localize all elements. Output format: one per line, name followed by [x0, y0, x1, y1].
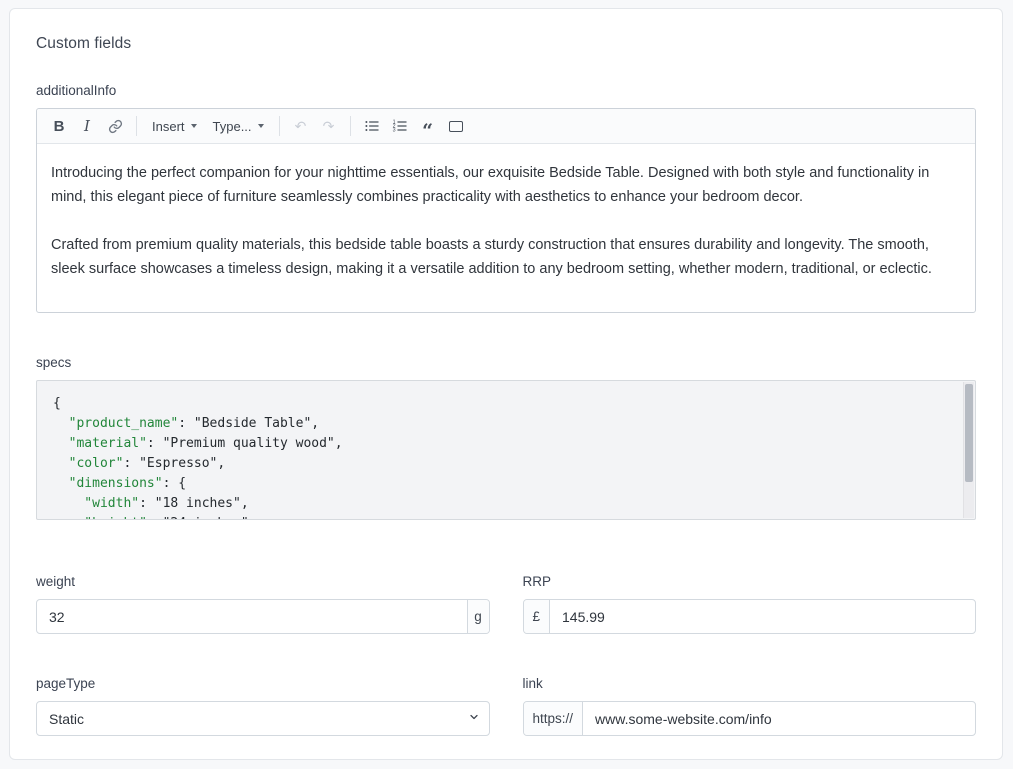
- paragraph: Crafted from premium quality materials, …: [51, 233, 961, 281]
- undo-button[interactable]: ↶: [287, 112, 315, 140]
- code-line: "color": "Espresso",: [53, 454, 949, 474]
- toolbar-divider: [350, 116, 351, 136]
- undo-icon: ↶: [295, 118, 307, 135]
- bullet-list-icon: [364, 118, 380, 134]
- rich-text-content[interactable]: Introducing the perfect companion for yo…: [37, 144, 975, 312]
- weight-input-group: g: [36, 599, 490, 634]
- code-line: {: [53, 394, 949, 414]
- vertical-scrollbar[interactable]: [963, 382, 974, 518]
- code-line: "product_name": "Bedside Table",: [53, 414, 949, 434]
- toolbar-divider: [136, 116, 137, 136]
- weight-label: weight: [36, 574, 490, 589]
- redo-button[interactable]: ↷: [315, 112, 343, 140]
- field-additionalinfo: additionalInfo B I Insert: [36, 83, 976, 313]
- link-label: link: [523, 676, 977, 691]
- pagetype-select[interactable]: Static: [36, 701, 490, 736]
- field-weight: weight g: [36, 574, 490, 634]
- type-dropdown[interactable]: Type...: [205, 119, 272, 134]
- link-icon: [108, 119, 123, 134]
- paragraph: Introducing the perfect companion for yo…: [51, 161, 961, 209]
- weight-input[interactable]: [37, 600, 467, 633]
- pagetype-label: pageType: [36, 676, 490, 691]
- insert-dropdown[interactable]: Insert: [144, 119, 205, 134]
- field-link: link https://: [523, 676, 977, 736]
- ordered-list-icon: 1 2 3: [392, 118, 408, 134]
- link-input-group: https://: [523, 701, 977, 736]
- bold-button[interactable]: B: [45, 112, 73, 140]
- blockquote-icon: “: [422, 126, 433, 136]
- field-specs: specs { "product_name": "Bedside Table",…: [36, 355, 976, 520]
- scrollbar-thumb[interactable]: [965, 384, 973, 482]
- rrp-input[interactable]: [550, 600, 975, 633]
- ordered-list-button[interactable]: 1 2 3: [386, 112, 414, 140]
- bullet-list-button[interactable]: [358, 112, 386, 140]
- code-line: "width": "18 inches",: [53, 494, 949, 514]
- protocol-prefix: https://: [524, 702, 584, 735]
- insert-dropdown-label: Insert: [152, 119, 185, 134]
- rrp-label: RRP: [523, 574, 977, 589]
- specs-label: specs: [36, 355, 976, 370]
- rich-text-editor: B I Insert Type...: [36, 108, 976, 313]
- blockquote-button[interactable]: “: [414, 112, 442, 140]
- panel-title: Custom fields: [36, 35, 976, 53]
- editor-toolbar: B I Insert Type...: [37, 109, 975, 144]
- custom-fields-panel: Custom fields additionalInfo B I Inse: [9, 8, 1003, 760]
- additionalinfo-label: additionalInfo: [36, 83, 976, 98]
- field-pagetype: pageType Static: [36, 676, 490, 736]
- chevron-down-icon: [258, 124, 264, 128]
- svg-text:3: 3: [392, 128, 395, 134]
- chevron-down-icon: [191, 124, 197, 128]
- link-input[interactable]: [583, 702, 975, 735]
- type-dropdown-label: Type...: [213, 119, 252, 134]
- toolbar-divider: [279, 116, 280, 136]
- code-line: "material": "Premium quality wood",: [53, 434, 949, 454]
- code-line: "height": "24 inches",: [53, 514, 949, 520]
- code-editor[interactable]: { "product_name": "Bedside Table", "mate…: [36, 380, 976, 520]
- code-line: "dimensions": {: [53, 474, 949, 494]
- fullscreen-button[interactable]: [442, 112, 470, 140]
- rrp-input-group: £: [523, 599, 977, 634]
- field-rrp: RRP £: [523, 574, 977, 634]
- redo-icon: ↷: [323, 118, 335, 135]
- currency-prefix: £: [524, 600, 551, 633]
- weight-unit-suffix: g: [467, 600, 489, 633]
- fullscreen-icon: [449, 121, 463, 132]
- link-button[interactable]: [101, 112, 129, 140]
- italic-button[interactable]: I: [73, 112, 101, 140]
- pagetype-select-wrap: Static: [36, 701, 490, 736]
